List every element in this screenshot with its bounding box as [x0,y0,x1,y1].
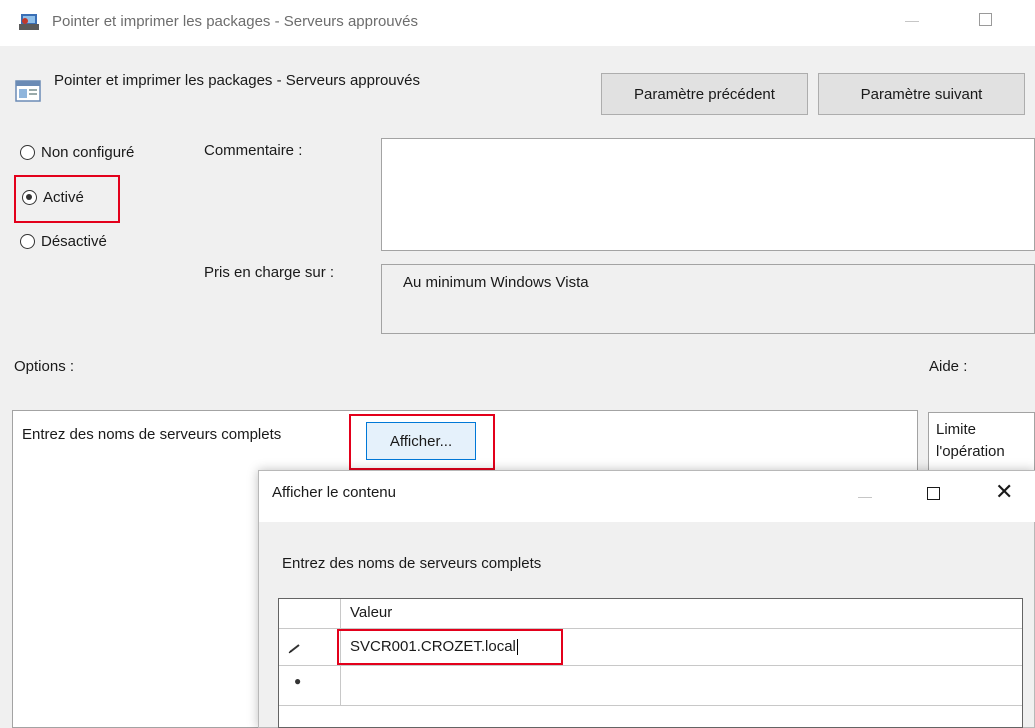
supported-on-value: Au minimum Windows Vista [403,274,589,291]
dialog-title: Afficher le contenu [272,484,396,501]
maximize-button[interactable] [979,13,992,26]
servers-label: Entrez des noms de serveurs complets [22,426,282,443]
supported-on-label: Pris en charge sur : [204,264,335,281]
minimize-button[interactable] [905,21,919,22]
highlight-box-cell [337,629,563,665]
radio-circle-icon[interactable] [20,145,35,160]
grid-divider [279,665,1022,666]
previous-setting-button[interactable]: Paramètre précédent [601,73,808,115]
help-text: Limite l'opération [936,421,1005,460]
policy-setting-icon [15,80,43,104]
options-label: Options : [14,358,75,375]
dialog-minimize-button[interactable] [858,497,872,498]
highlight-box-enabled [14,175,120,223]
radio-circle-icon[interactable] [20,234,35,249]
next-setting-button[interactable]: Paramètre suivant [818,73,1025,115]
radio-not-configured[interactable]: Non configuré [20,144,134,161]
new-row-icon: ● [294,674,302,688]
grid-divider [279,705,1022,706]
window-title: Pointer et imprimer les packages - Serve… [52,13,418,30]
column-header-value[interactable]: Valeur [350,604,392,621]
show-button[interactable]: Afficher... [366,422,476,460]
help-label: Aide : [929,358,968,375]
comment-label: Commentaire : [204,142,303,159]
dialog-instruction: Entrez des noms de serveurs complets [282,555,542,572]
radio-label: Désactivé [41,233,107,250]
pencil-icon [287,641,303,658]
radio-label: Non configuré [41,144,135,161]
policy-title: Pointer et imprimer les packages - Serve… [54,72,420,89]
dialog-close-icon[interactable]: ✕ [995,480,1013,504]
dialog-maximize-button[interactable] [927,487,940,500]
printer-app-icon [18,12,42,32]
radio-disabled[interactable]: Désactivé [20,233,107,250]
comment-textarea[interactable] [381,138,1035,251]
grid-cell-empty[interactable] [341,667,1022,704]
